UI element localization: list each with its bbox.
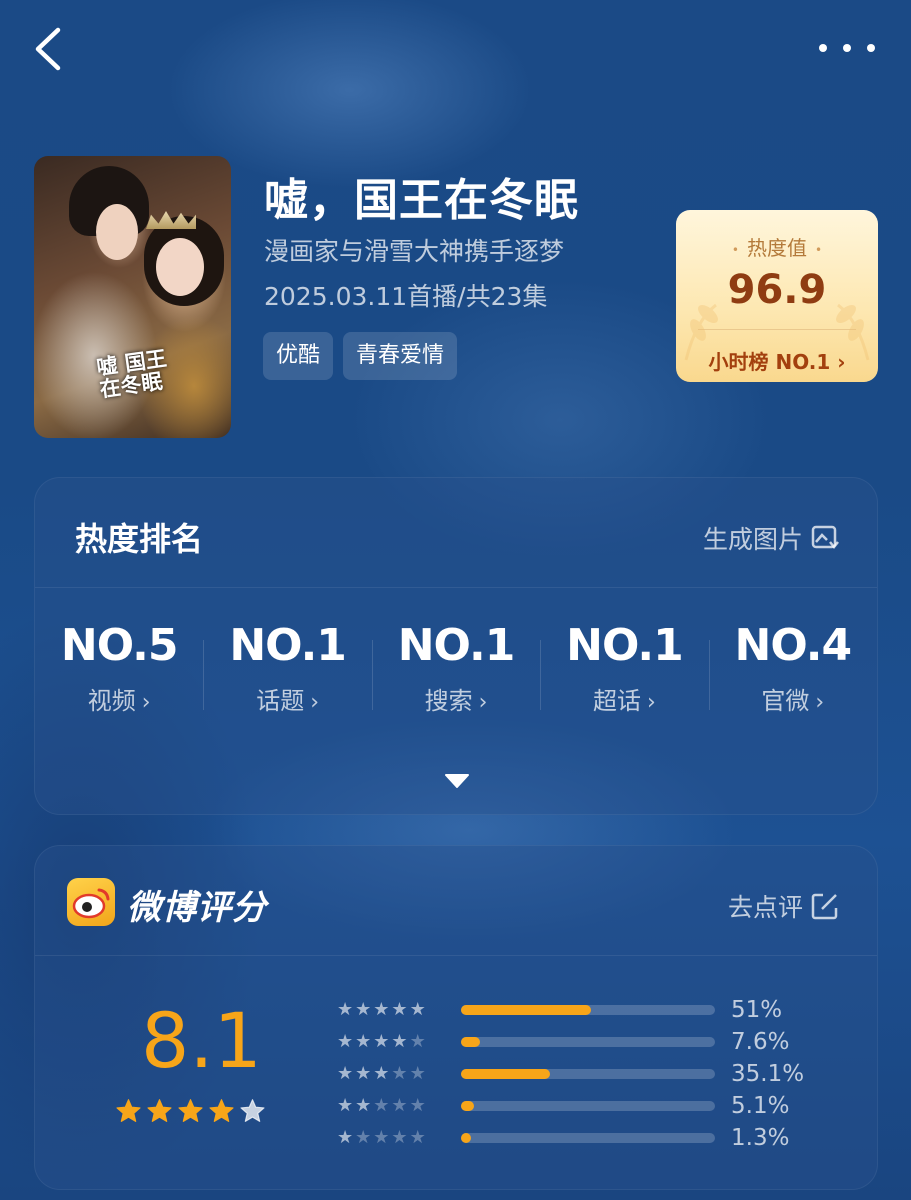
show-subtitle: 漫画家与滑雪大神携手逐梦 — [264, 237, 565, 266]
rank-list: NO.5 视频 › NO.1 话题 › NO.1 搜索 › NO.1 超话 › NO.4… — [35, 620, 877, 730]
rate-button[interactable]: 去点评 — [728, 888, 839, 924]
rating-percent: 7.6% — [731, 1029, 790, 1055]
show-title: 嘘，国王在冬眠 — [264, 175, 579, 226]
laurel-decoration — [684, 303, 870, 361]
star-filled-icon — [209, 1099, 234, 1122]
back-button[interactable] — [30, 26, 70, 72]
rating-bar — [461, 1133, 715, 1143]
chevron-right-icon: › — [310, 690, 320, 715]
tag-list: 优酷 青春爱情 — [263, 332, 458, 380]
ranking-card-header: 热度排名 生成图片 — [35, 478, 877, 588]
rating-bar — [461, 1037, 715, 1047]
rank-official[interactable]: NO.4 官微 › — [708, 620, 877, 730]
rating-bar — [461, 1069, 715, 1079]
rating-row-3-star: ★ ★ ★ ★ ★ 35.1% — [337, 1058, 837, 1090]
rating-percent: 35.1% — [731, 1061, 805, 1087]
star-row-icon: ★ ★ ★ ★ ★ — [337, 1095, 426, 1116]
rating-bar — [461, 1101, 715, 1111]
weibo-score: 8.1 — [141, 996, 262, 1085]
weibo-rating-card: 微博评分 去点评 8.1 ★ ★ ★ ★ ★ 51% ★ ★ ★ ★ ★ 7.6% ★ ★ ★ ★ ★ 35.1%… — [34, 845, 878, 1190]
rating-distribution: ★ ★ ★ ★ ★ 51% ★ ★ ★ ★ ★ 7.6% ★ ★ ★ ★ ★ 35.1% ★ ★ ★ ★ ★ 5.1% ★ ★ ★ ★… — [337, 994, 837, 1154]
rating-percent: 5.1% — [731, 1093, 790, 1119]
rating-bar-fill — [461, 1037, 481, 1047]
rating-row-5-star: ★ ★ ★ ★ ★ 51% — [337, 994, 837, 1026]
star-row-icon: ★ ★ ★ ★ ★ — [337, 1031, 426, 1052]
weibo-card-header: 微博评分 去点评 — [35, 846, 877, 956]
rank-supertopic[interactable]: NO.1 超话 › — [540, 620, 708, 730]
rank-search[interactable]: NO.1 搜索 › — [371, 620, 540, 730]
star-filled-icon — [178, 1099, 203, 1122]
weibo-logo-icon — [67, 878, 115, 926]
star-row-icon: ★ ★ ★ ★ ★ — [337, 1127, 426, 1148]
show-poster[interactable]: 嘘 国王 在冬眠 — [34, 156, 231, 438]
star-empty-icon — [240, 1099, 265, 1122]
rating-percent: 1.3% — [731, 1125, 790, 1151]
generate-image-button[interactable]: 生成图片 — [703, 520, 839, 556]
rating-row-1-star: ★ ★ ★ ★ ★ 1.3% — [337, 1122, 837, 1154]
weibo-rating-title: 微博评分 — [127, 888, 267, 928]
chevron-left-icon — [35, 27, 61, 71]
rating-percent: 51% — [731, 997, 783, 1023]
chevron-right-icon: › — [478, 690, 488, 715]
ranking-title: 热度排名 — [75, 520, 204, 558]
ranking-card: 热度排名 生成图片 NO.5 视频 › NO.1 话题 › NO.1 搜索 › NO.… — [34, 477, 878, 815]
more-dots-icon — [819, 44, 827, 52]
rating-row-4-star: ★ ★ ★ ★ ★ 7.6% — [337, 1026, 837, 1058]
star-row-icon: ★ ★ ★ ★ ★ — [337, 999, 426, 1020]
image-download-icon — [811, 525, 839, 550]
chevron-right-icon: › — [647, 690, 656, 715]
score-stars — [115, 1098, 266, 1125]
more-button[interactable] — [819, 38, 875, 58]
chevron-right-icon: › — [141, 690, 151, 715]
rank-video[interactable]: NO.5 视频 › — [35, 620, 203, 730]
rating-bar-fill — [461, 1005, 591, 1015]
edit-icon — [811, 893, 838, 920]
rank-topic[interactable]: NO.1 话题 › — [203, 620, 371, 730]
rating-bar-fill — [461, 1101, 474, 1111]
heat-value-card[interactable]: • 热度值 • 96.9 小时榜 NO.1 › — [676, 210, 878, 382]
star-row-icon: ★ ★ ★ ★ ★ — [337, 1063, 426, 1084]
rating-bar — [461, 1005, 715, 1015]
rating-row-2-star: ★ ★ ★ ★ ★ 5.1% — [337, 1090, 837, 1122]
tag-platform[interactable]: 优酷 — [263, 332, 334, 380]
triangle-down-icon[interactable] — [445, 774, 469, 788]
show-meta: 2025.03.11首播/共23集 — [264, 282, 548, 311]
tag-genre[interactable]: 青春爱情 — [343, 332, 458, 380]
rating-bar-fill — [461, 1069, 551, 1079]
chevron-right-icon: › — [815, 690, 825, 715]
star-filled-icon — [147, 1099, 172, 1122]
star-filled-icon — [116, 1099, 141, 1122]
rating-bar-fill — [461, 1133, 472, 1143]
poster-logo: 嘘 国王 在冬眠 — [95, 346, 169, 402]
